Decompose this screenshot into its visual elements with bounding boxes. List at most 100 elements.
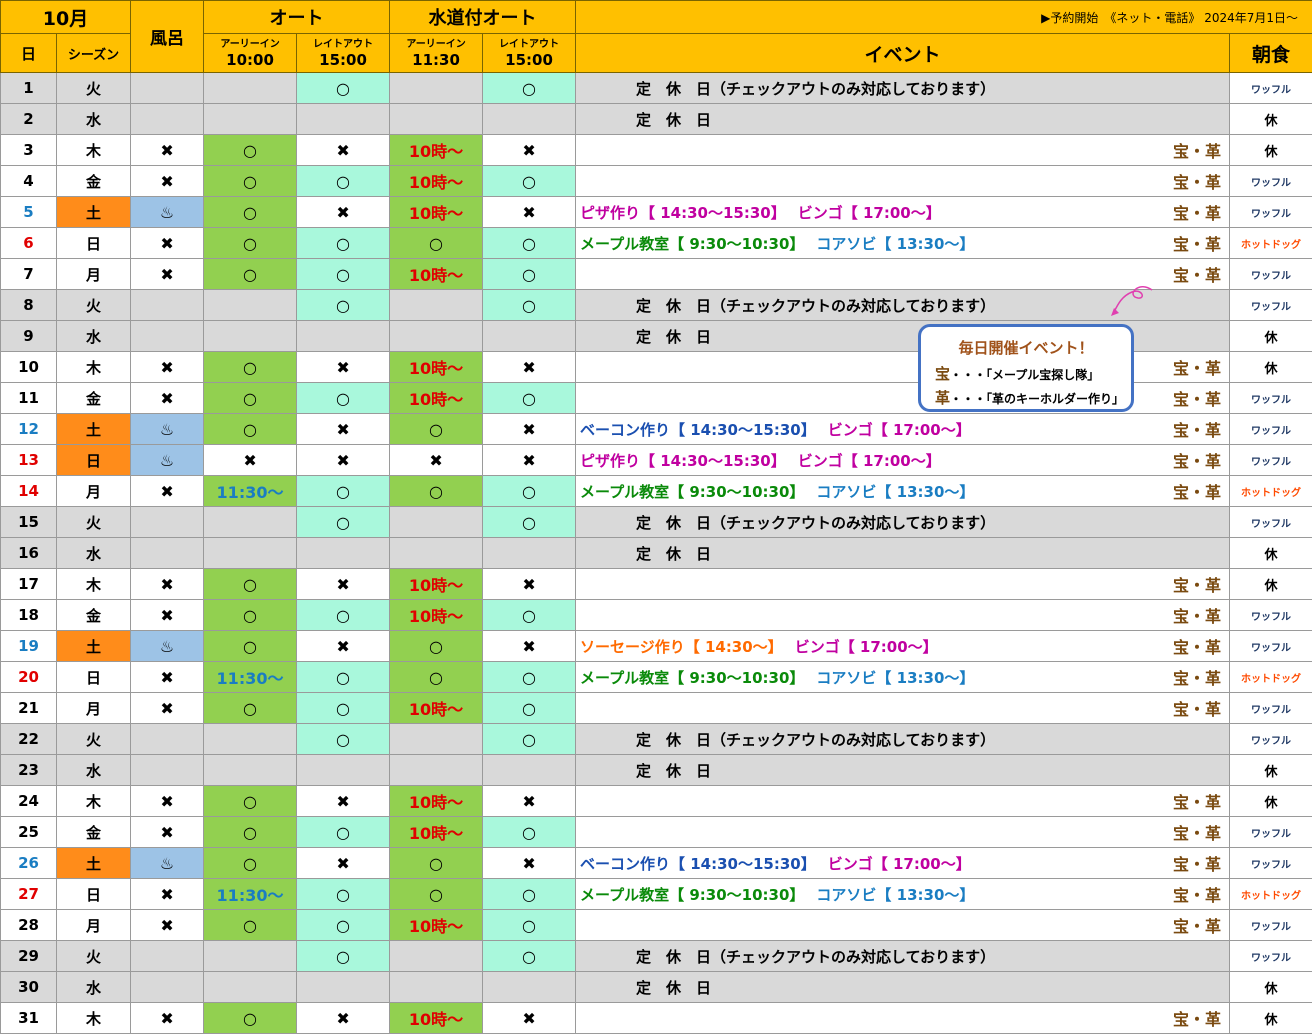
event-text: メープル教室【 9:30～10:30】 コアソビ【 13:30～】 xyxy=(580,667,986,688)
breakfast-cell: 休 xyxy=(1229,134,1312,166)
water-late-cell: ✖ xyxy=(482,444,577,476)
event-cell: 宝・革 xyxy=(575,165,1231,197)
bath-cell: ✖ xyxy=(130,785,205,817)
day-header: 日 xyxy=(0,33,57,73)
auto-early-cell xyxy=(203,754,298,786)
weekday-cell: 木 xyxy=(55,1002,132,1034)
event-cell: 定 休 日（チェックアウトのみ対応しております） xyxy=(575,506,1231,538)
auto-late-cell: ✖ xyxy=(296,351,391,383)
breakfast-cell: ワッフル xyxy=(1229,165,1312,197)
weekday-cell: 水 xyxy=(55,537,132,569)
auto-early-cell: ○ xyxy=(203,196,298,228)
event-cell: 宝・革 xyxy=(575,599,1231,631)
auto-late-cell: ○ xyxy=(296,909,391,941)
event-item: コアソビ【 13:30～】 xyxy=(816,482,975,501)
water-late-cell: ○ xyxy=(482,816,577,848)
breakfast-cell: ホットドッグ xyxy=(1229,475,1312,507)
water-early-cell: ✖ xyxy=(389,444,484,476)
day-cell: 18 xyxy=(0,599,57,631)
bath-cell: ✖ xyxy=(130,258,205,290)
breakfast-cell: ワッフル xyxy=(1229,630,1312,662)
callout-line-treasure: 宝・・・「メープル宝探し隊」 xyxy=(935,365,1100,383)
event-header: イベント xyxy=(575,33,1231,73)
auto-early-cell: 11:30～ xyxy=(203,661,298,693)
weekday-cell: 金 xyxy=(55,816,132,848)
daily-event-callout: 毎日開催イベント！ 宝・・・「メープル宝探し隊」 革・・・「革のキーホルダー作り… xyxy=(918,324,1134,412)
water-early-cell xyxy=(389,506,484,538)
event-item: メープル教室【 9:30～10:30】 xyxy=(580,668,805,687)
breakfast-cell: ホットドッグ xyxy=(1229,227,1312,259)
breakfast-cell: ホットドッグ xyxy=(1229,878,1312,910)
weekday-cell: 日 xyxy=(55,444,132,476)
water-early-header: アーリーイン 11:30 xyxy=(389,33,484,73)
water-late-cell: ✖ xyxy=(482,351,577,383)
breakfast-header: 朝食 xyxy=(1229,33,1312,73)
auto-early-cell: ○ xyxy=(203,847,298,879)
event-cell: 定 休 日（チェックアウトのみ対応しております） xyxy=(575,723,1231,755)
daily-event-mark: 宝・革 xyxy=(1173,1010,1222,1029)
water-early-cell xyxy=(389,723,484,755)
water-late-cell: ○ xyxy=(482,599,577,631)
auto-early-cell: ○ xyxy=(203,816,298,848)
daily-event-mark: 宝・革 xyxy=(1173,235,1222,254)
water-late-cell: ○ xyxy=(482,661,577,693)
auto-late-cell: ○ xyxy=(296,382,391,414)
auto-late-header: レイトアウト 15:00 xyxy=(296,33,391,73)
bath-cell xyxy=(130,103,205,135)
auto-early-cell xyxy=(203,103,298,135)
event-text: ソーセージ作り【 14:30～】 ビンゴ【 17:00～】 xyxy=(580,636,950,657)
auto-late-cell xyxy=(296,103,391,135)
breakfast-cell: ワッフル xyxy=(1229,816,1312,848)
table-row: 16 水 定 休 日休 xyxy=(0,537,1312,569)
day-cell: 15 xyxy=(0,506,57,538)
day-cell: 6 xyxy=(0,227,57,259)
day-cell: 26 xyxy=(0,847,57,879)
water-late-cell xyxy=(482,754,577,786)
auto-late-cell: ○ xyxy=(296,165,391,197)
event-item: ピザ作り【 14:30～15:30】 xyxy=(580,203,786,222)
water-late-cell xyxy=(482,320,577,352)
hot-spring-icon: ♨ xyxy=(130,630,205,662)
daily-event-mark: 宝・革 xyxy=(1173,359,1222,378)
day-cell: 13 xyxy=(0,444,57,476)
water-early-cell: 10時～ xyxy=(389,599,484,631)
weekday-cell: 月 xyxy=(55,909,132,941)
weekday-cell: 火 xyxy=(55,723,132,755)
water-late-cell xyxy=(482,103,577,135)
table-row: 3 木 ✖ ○ ✖ 10時～ ✖ 宝・革休 xyxy=(0,134,1312,166)
bath-cell xyxy=(130,940,205,972)
daily-event-mark: 宝・革 xyxy=(1173,576,1222,595)
auto-late-cell: ○ xyxy=(296,506,391,538)
auto-early-cell: ○ xyxy=(203,227,298,259)
event-cell: メープル教室【 9:30～10:30】 コアソビ【 13:30～】 宝・革 xyxy=(575,475,1231,507)
auto-early-cell: ○ xyxy=(203,258,298,290)
water-late-cell: ○ xyxy=(482,258,577,290)
event-text: メープル教室【 9:30～10:30】 コアソビ【 13:30～】 xyxy=(580,884,986,905)
day-cell: 29 xyxy=(0,940,57,972)
auto-early-cell: ○ xyxy=(203,351,298,383)
water-early-cell: 10時～ xyxy=(389,351,484,383)
water-early-cell: ○ xyxy=(389,661,484,693)
event-cell: ベーコン作り【 14:30～15:30】 ビンゴ【 17:00～】 宝・革 xyxy=(575,847,1231,879)
breakfast-cell: 休 xyxy=(1229,1002,1312,1034)
auto-late-cell xyxy=(296,320,391,352)
weekday-cell: 木 xyxy=(55,351,132,383)
auto-early-cell: ○ xyxy=(203,382,298,414)
auto-late-cell: ✖ xyxy=(296,134,391,166)
bath-cell: ✖ xyxy=(130,134,205,166)
event-item: ピザ作り【 14:30～15:30】 xyxy=(580,451,786,470)
table-row: 22 火 ○ ○ 定 休 日（チェックアウトのみ対応しております） ワッフル xyxy=(0,723,1312,755)
water-early-cell: 10時～ xyxy=(389,568,484,600)
auto-late-cell: ○ xyxy=(296,940,391,972)
breakfast-cell: ワッフル xyxy=(1229,258,1312,290)
breakfast-cell: 休 xyxy=(1229,320,1312,352)
event-item: ビンゴ【 17:00～】 xyxy=(827,420,971,439)
bath-cell: ✖ xyxy=(130,351,205,383)
auto-late-cell: ○ xyxy=(296,661,391,693)
table-row: 29 火 ○ ○ 定 休 日（チェックアウトのみ対応しております） ワッフル xyxy=(0,940,1312,972)
day-cell: 17 xyxy=(0,568,57,600)
weekday-cell: 火 xyxy=(55,506,132,538)
table-row: 6 日 ✖ ○ ○ ○ ○ メープル教室【 9:30～10:30】 コアソビ【 13:30～】宝… xyxy=(0,227,1312,259)
event-cell: ピザ作り【 14:30～15:30】 ビンゴ【 17:00～】 宝・革 xyxy=(575,444,1231,476)
water-late-cell: ✖ xyxy=(482,196,577,228)
